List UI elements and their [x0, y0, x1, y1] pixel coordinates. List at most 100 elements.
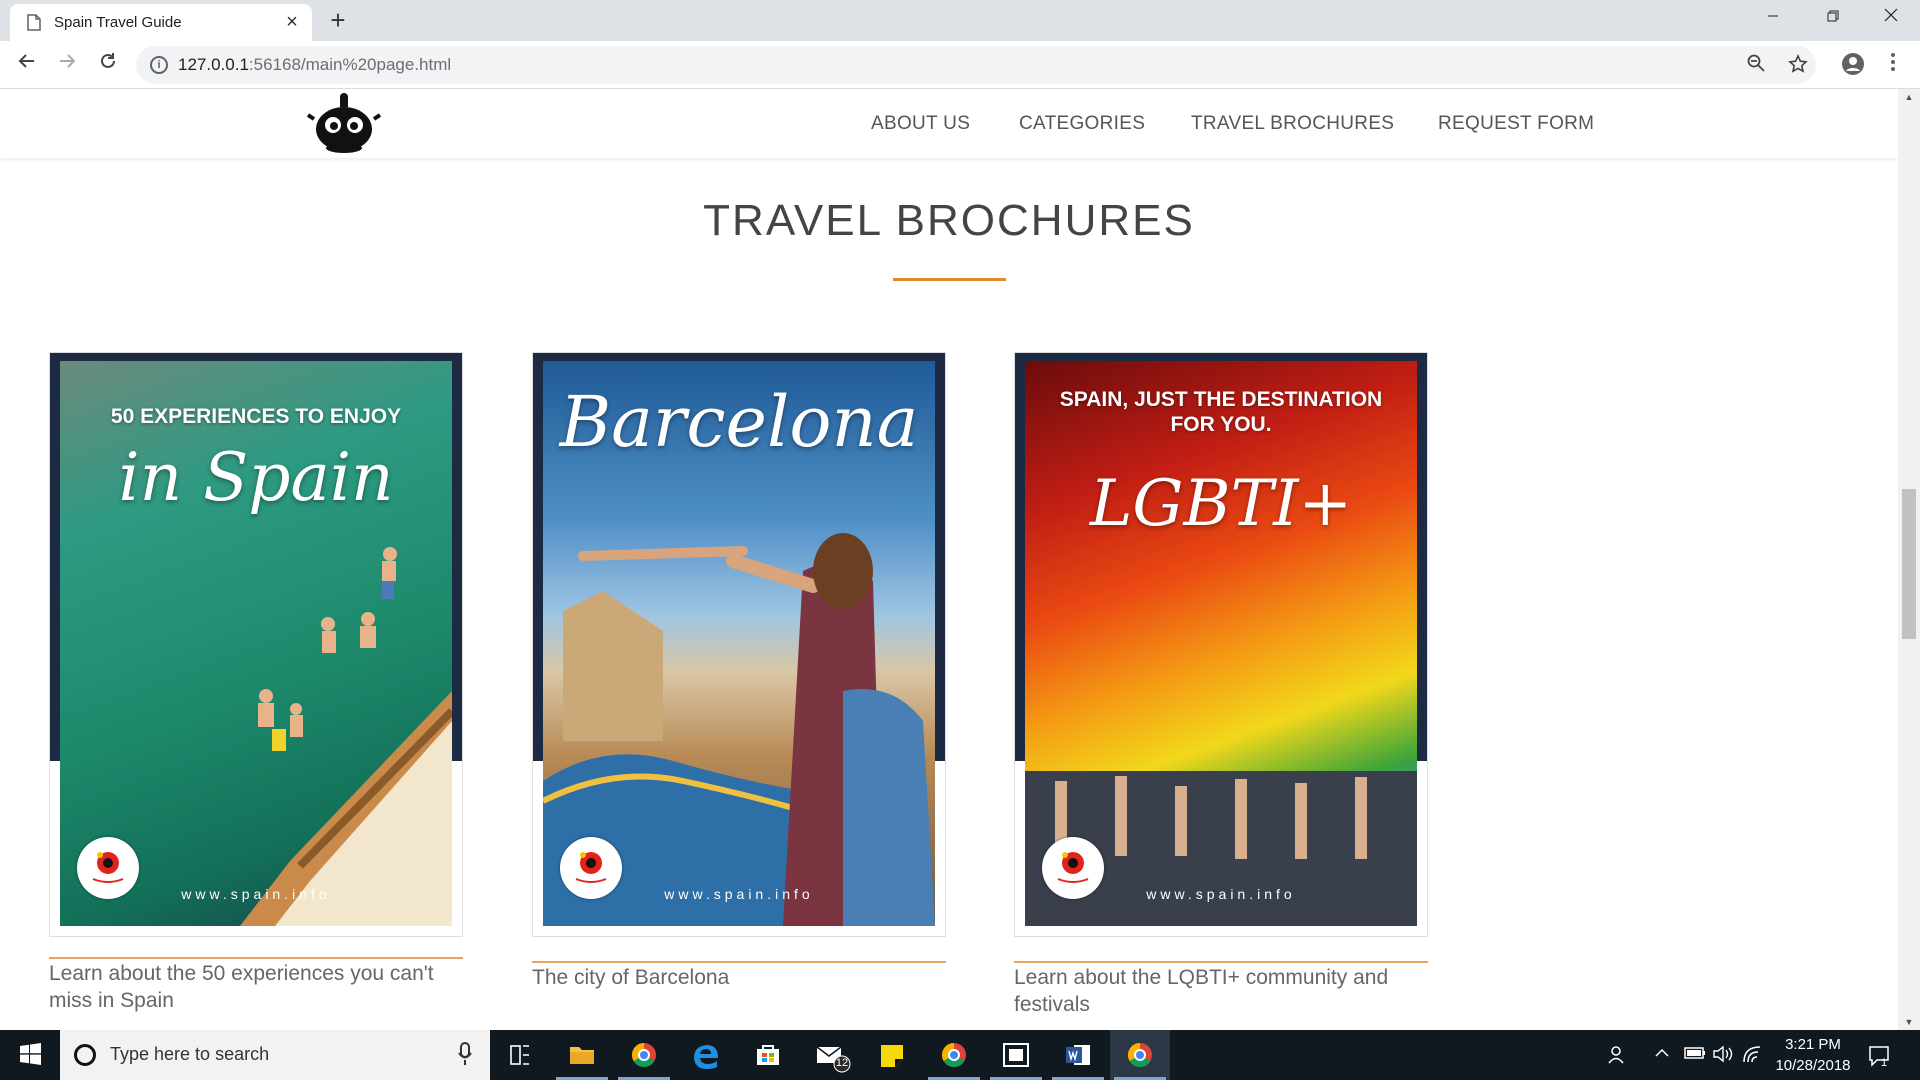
title-divider	[893, 278, 1006, 281]
reload-button[interactable]	[93, 49, 123, 79]
section-title: TRAVEL BROCHURES	[703, 196, 1195, 245]
espana-logo-icon	[77, 837, 139, 899]
espana-logo-icon	[1042, 837, 1104, 899]
taskbar-chrome-2[interactable]	[924, 1030, 984, 1080]
chrome-icon	[941, 1043, 966, 1068]
back-arrow-icon	[18, 54, 34, 68]
back-button[interactable]	[12, 49, 42, 79]
espana-logo-icon	[560, 837, 622, 899]
poster-script-title: Barcelona	[559, 381, 919, 463]
folder-icon	[570, 1047, 594, 1064]
scroll-up-icon[interactable]: ▲	[1898, 89, 1920, 105]
nav-request-form[interactable]: REQUEST FORM	[1438, 113, 1594, 135]
card-divider	[1014, 961, 1428, 963]
taskbar-chrome-1[interactable]	[614, 1030, 674, 1080]
word-icon	[1066, 1045, 1090, 1065]
volume-icon[interactable]	[1712, 1045, 1734, 1068]
task-view-icon	[510, 1045, 529, 1065]
page-icon	[27, 14, 41, 31]
browser-tab[interactable]: Spain Travel Guide ×	[10, 4, 312, 41]
taskbar-app[interactable]	[986, 1030, 1046, 1080]
close-window-button[interactable]	[1868, 0, 1914, 36]
notifications-icon[interactable]	[1868, 1045, 1892, 1072]
store-icon	[757, 1045, 779, 1065]
reload-icon	[101, 53, 115, 68]
battery-icon[interactable]	[1684, 1045, 1706, 1066]
wifi-icon[interactable]	[1742, 1045, 1762, 1068]
card-caption[interactable]: Learn about the LQBTI+ community and fes…	[1014, 964, 1428, 1018]
taskbar-search-placeholder: Type here to search	[110, 1044, 270, 1064]
start-button[interactable]	[0, 1030, 60, 1080]
poster-script-title: in Spain	[118, 439, 394, 516]
poster-headline: 50 EXPERIENCES TO ENJOY	[110, 405, 402, 428]
taskbar-mail[interactable]: 12	[800, 1030, 860, 1080]
poster-script-title: LGBTI+	[1089, 467, 1353, 541]
url-path: :56168/main%20page.html	[248, 55, 452, 74]
app-window-icon	[1003, 1043, 1029, 1067]
browser-tabstrip: Spain Travel Guide × +	[0, 0, 1920, 41]
taskbar-store[interactable]	[738, 1030, 798, 1080]
clock-date: 10/28/2018	[1775, 1057, 1851, 1074]
scroll-down-icon[interactable]: ▼	[1898, 1014, 1920, 1030]
taskbar-search-box[interactable]: Type here to search	[60, 1030, 490, 1080]
taskbar-chrome-active[interactable]	[1110, 1030, 1170, 1080]
url-host: 127.0.0.1	[178, 55, 249, 74]
edge-icon	[694, 1045, 718, 1069]
account-icon[interactable]	[1840, 52, 1866, 78]
brochure-poster[interactable]: SPAIN, JUST THE DESTINATION FOR YOU. LGB…	[1014, 352, 1428, 937]
nav-travel-brochures[interactable]: TRAVEL BROCHURES	[1191, 113, 1394, 135]
browser-toolbar: i 127.0.0.1:56168/main%20page.html	[0, 41, 1920, 89]
clock-time: 3:21 PM	[1785, 1036, 1841, 1053]
menu-kebab-icon[interactable]	[1880, 52, 1906, 78]
task-view-button[interactable]	[490, 1030, 550, 1080]
page-scrollbar[interactable]: ▲ ▼	[1898, 89, 1920, 1030]
forward-button[interactable]	[52, 49, 82, 79]
taskbar-edge[interactable]	[676, 1030, 736, 1080]
microphone-icon[interactable]	[458, 1042, 472, 1066]
nav-categories[interactable]: CATEGORIES	[1019, 113, 1145, 135]
robot-logo-icon[interactable]	[306, 93, 382, 155]
brochure-card-experiences[interactable]: 50 EXPERIENCES TO ENJOY in Spain www.spa…	[49, 352, 463, 1012]
bookmark-star-icon[interactable]	[1786, 54, 1810, 78]
brochure-poster[interactable]: 50 EXPERIENCES TO ENJOY in Spain www.spa…	[49, 352, 463, 937]
close-tab-icon[interactable]: ×	[280, 10, 304, 34]
taskbar-file-explorer[interactable]	[552, 1030, 612, 1080]
taskbar-word[interactable]	[1048, 1030, 1108, 1080]
minimize-button[interactable]	[1750, 0, 1796, 36]
tab-title: Spain Travel Guide	[54, 14, 182, 31]
poster-headline: SPAIN, JUST THE DESTINATION FOR YOU.	[1059, 388, 1383, 436]
card-caption[interactable]: The city of Barcelona	[532, 964, 946, 991]
show-hidden-icons-icon[interactable]	[1654, 1045, 1670, 1066]
brochure-card-barcelona[interactable]: Barcelona www.spain.info The city of Bar…	[532, 352, 946, 989]
minimize-icon	[1768, 15, 1778, 17]
brochure-card-lgbti[interactable]: SPAIN, JUST THE DESTINATION FOR YOU. LGB…	[1014, 352, 1428, 1016]
taskbar-sticky-notes[interactable]	[862, 1030, 922, 1080]
url-text[interactable]: 127.0.0.1:56168/main%20page.html	[178, 55, 451, 75]
close-icon	[1884, 8, 1898, 22]
brochure-poster[interactable]: Barcelona www.spain.info	[532, 352, 946, 937]
forward-arrow-icon	[60, 54, 76, 68]
taskbar-clock[interactable]: 3:21 PM 10/28/2018	[1768, 1034, 1858, 1076]
card-divider	[49, 957, 463, 959]
zoom-icon[interactable]	[1744, 54, 1768, 78]
mail-badge: 12	[835, 1057, 849, 1069]
card-divider	[532, 961, 946, 963]
cortana-icon	[74, 1044, 96, 1066]
nav-about-us[interactable]: ABOUT US	[871, 113, 970, 135]
sticky-notes-icon	[881, 1045, 903, 1067]
mail-icon	[816, 1046, 851, 1073]
people-icon[interactable]	[1608, 1045, 1628, 1070]
page-viewport: ABOUT US CATEGORIES TRAVEL BROCHURES REQ…	[0, 89, 1898, 1030]
site-header: ABOUT US CATEGORIES TRAVEL BROCHURES REQ…	[0, 89, 1898, 158]
restore-icon	[1827, 10, 1839, 22]
address-bar[interactable]: i 127.0.0.1:56168/main%20page.html	[136, 46, 1816, 84]
notification-count: 1	[1881, 1057, 1888, 1069]
restore-button[interactable]	[1810, 0, 1856, 36]
chrome-icon	[631, 1043, 656, 1068]
scroll-thumb[interactable]	[1902, 489, 1916, 639]
card-caption[interactable]: Learn about the 50 experiences you can't…	[49, 960, 463, 1014]
new-tab-button[interactable]: +	[323, 5, 353, 35]
info-icon[interactable]: i	[150, 56, 168, 74]
windows-logo-icon	[20, 1043, 41, 1065]
chrome-icon	[1127, 1043, 1152, 1068]
